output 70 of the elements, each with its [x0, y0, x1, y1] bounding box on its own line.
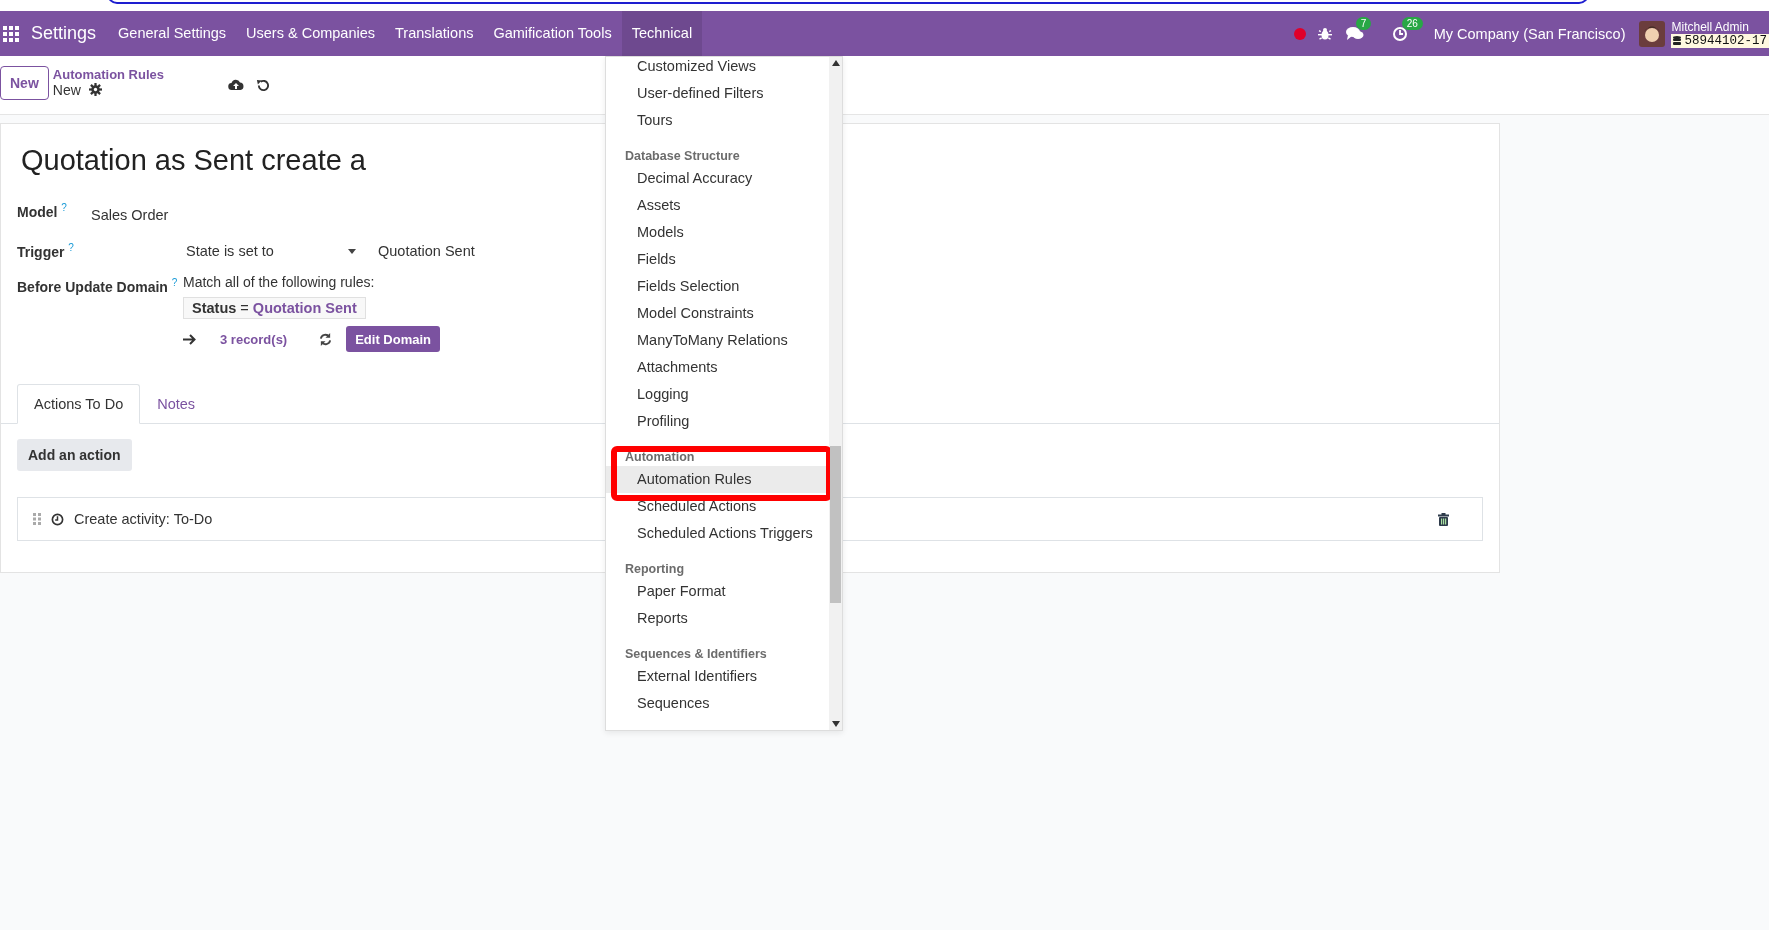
app-name[interactable]: Settings	[31, 23, 97, 44]
menu-item[interactable]: Assets	[606, 192, 829, 219]
menu-section-header: Database Structure	[624, 148, 741, 165]
record-name: New	[52, 81, 81, 98]
scrollbar-thumb[interactable]	[830, 445, 841, 604]
scroll-up-icon[interactable]	[831, 60, 840, 66]
menu-item[interactable]: Model Constraints	[606, 300, 829, 327]
arrow-right-icon	[183, 333, 196, 345]
cloud-upload-icon[interactable]	[228, 79, 245, 91]
tab[interactable]: Notes	[140, 384, 213, 424]
database-name: 58944102-17	[1671, 33, 1769, 48]
nav-menu-item[interactable]: Technical	[621, 11, 703, 56]
nav-menu-item[interactable]: Translations	[385, 11, 484, 56]
clock-icon[interactable]	[1391, 25, 1408, 42]
model-value: Sales Order	[91, 207, 169, 223]
field-label: Trigger $^{?}$	[17, 242, 75, 260]
menu-section-header: Automation	[624, 449, 696, 466]
menu-item[interactable]: Decimal Accuracy	[606, 165, 829, 192]
menu-item[interactable]: Automation Rules	[606, 466, 829, 493]
user-name[interactable]: Mitchell Admin	[1671, 19, 1769, 34]
trash-icon[interactable]	[1438, 512, 1449, 526]
field-label: Model $^{?}$	[17, 202, 68, 220]
company-switcher[interactable]: My Company (San Francisco)	[1433, 25, 1626, 42]
domain-intro: Match all of the following rules:	[183, 274, 375, 290]
apps-grid-icon[interactable]	[3, 25, 19, 42]
menu-item[interactable]: Fields	[606, 246, 829, 273]
caret-icon	[348, 248, 356, 254]
chat-icon[interactable]	[1345, 26, 1364, 41]
breadcrumb-link[interactable]: Automation Rules	[52, 66, 165, 82]
menu-item[interactable]: User-defined Filters	[606, 80, 829, 107]
menu-item[interactable]: Paper Format	[606, 578, 829, 605]
edit-domain-button[interactable]: Edit Domain	[346, 326, 441, 352]
gear-icon[interactable]	[88, 83, 102, 96]
menu-item[interactable]: Logging	[606, 381, 829, 408]
menu-item[interactable]: ManyToMany Relations	[606, 327, 829, 354]
add-action-button[interactable]: Add an action	[17, 439, 132, 471]
message-count: 7	[1355, 17, 1372, 30]
database-icon	[1673, 36, 1682, 45]
menu-section-header: Reporting	[624, 561, 686, 578]
record-dot-icon[interactable]	[1293, 27, 1306, 40]
menu-item[interactable]: Models	[606, 219, 829, 246]
menu-item[interactable]: Scheduled Actions Triggers	[606, 520, 829, 547]
activity-count: 26	[1401, 16, 1423, 30]
clock-icon	[51, 512, 64, 526]
menu-item[interactable]: Tours	[606, 107, 829, 134]
action-label: Create activity: To-Do	[74, 511, 213, 527]
menu-item[interactable]: Attachments	[606, 354, 829, 381]
menu-item[interactable]: Profiling	[606, 408, 829, 435]
undo-icon[interactable]	[256, 78, 270, 92]
nav-menu-item[interactable]: Users & Companies	[236, 11, 385, 56]
field-label: Before Update Domain $^{?}$	[17, 276, 179, 297]
new-button[interactable]: New	[0, 65, 49, 100]
menu-item[interactable]: External Identifiers	[606, 663, 829, 690]
drag-handle-icon[interactable]	[33, 513, 41, 525]
trigger-select[interactable]: State is set to	[183, 243, 356, 259]
record-title[interactable]: Quotation as Sent create a	[21, 144, 366, 177]
records-link[interactable]: 3 record(s)	[220, 331, 288, 347]
menu-item[interactable]: Fields Selection	[606, 273, 829, 300]
menu-item[interactable]: Customized Views	[606, 53, 829, 80]
trigger-state-field[interactable]: Quotation Sent	[378, 243, 475, 259]
avatar-icon[interactable]	[1639, 20, 1666, 47]
nav-menu-item[interactable]: General Settings	[108, 11, 237, 56]
tab[interactable]: Actions To Do	[17, 384, 141, 424]
bug-icon[interactable]	[1317, 26, 1332, 41]
refresh-icon[interactable]	[319, 332, 333, 346]
menu-item[interactable]: Reports	[606, 605, 829, 632]
scroll-down-icon[interactable]	[831, 721, 840, 727]
nav-menu-item[interactable]: Gamification Tools	[483, 11, 622, 56]
menu-section-header: Sequences & Identifiers	[624, 646, 768, 663]
menu-item[interactable]: Sequences	[606, 690, 829, 717]
